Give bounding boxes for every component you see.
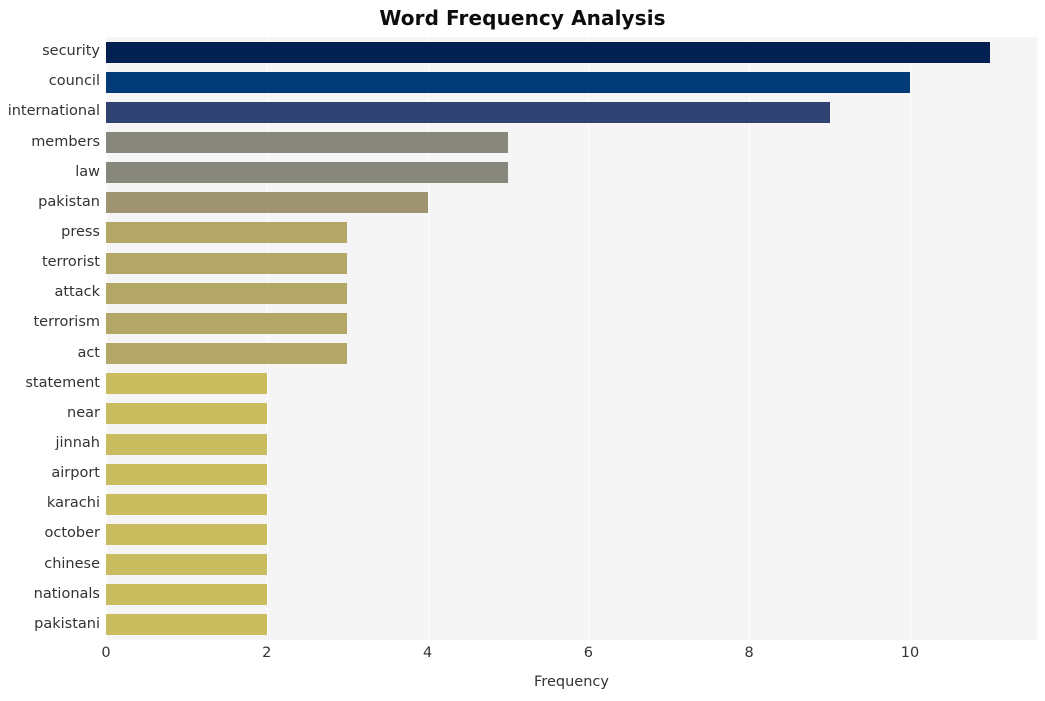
chart-title: Word Frequency Analysis (379, 6, 666, 30)
x-tick-label-0: 0 (101, 645, 111, 661)
y-tick-label-council: council (48, 73, 100, 90)
bar-terrorist[interactable] (106, 252, 348, 274)
y-tick-label-chinese: chinese (44, 555, 100, 572)
y-tick-label-jinnah: jinnah (55, 435, 100, 452)
y-tick-label-terrorist: terrorist (41, 254, 100, 271)
bar-chinese[interactable] (106, 554, 267, 576)
x-tick-label-6: 6 (583, 645, 593, 661)
x-tick-label-4: 4 (422, 645, 433, 661)
bar-security[interactable] (106, 41, 991, 63)
bar-attack[interactable] (106, 282, 348, 304)
y-tick-label-terrorism: terrorism (33, 314, 101, 331)
y-tick-label-act: act (77, 344, 100, 361)
bar-statement[interactable] (106, 373, 267, 395)
chart-figure: Word Frequency Analysis security council i… (0, 0, 1045, 701)
y-tick-label-security: security (42, 43, 100, 60)
y-tick-label-attack: attack (54, 284, 100, 301)
y-tick-label-pakistan: pakistan (38, 193, 100, 210)
bar-international[interactable] (106, 101, 830, 123)
bar-nationals[interactable] (106, 584, 267, 606)
bar-press[interactable] (106, 222, 348, 244)
bar-council[interactable] (106, 71, 910, 93)
x-axis-title: Frequency (534, 674, 609, 690)
y-tick-label-pakistani: pakistani (34, 615, 100, 632)
y-tick-label-law: law (75, 163, 100, 180)
bar-members[interactable] (106, 132, 508, 154)
x-tick-label-2: 2 (262, 645, 272, 661)
bar-act[interactable] (106, 343, 348, 365)
x-tick-label-8: 8 (744, 645, 754, 661)
bar-october[interactable] (106, 523, 267, 545)
y-axis-tick-labels: security council international members law pa… (0, 37, 100, 640)
bar-terrorism[interactable] (106, 312, 348, 334)
x-axis-tick-labels: 0 2 4 6 8 10 (0, 645, 1045, 667)
y-tick-label-press: press (61, 223, 100, 240)
bar-pakistani[interactable] (106, 614, 267, 636)
y-tick-label-october: october (44, 525, 101, 542)
bar-series (106, 37, 1037, 640)
y-tick-label-statement: statement (25, 374, 100, 391)
y-tick-label-near: near (67, 404, 100, 421)
plot-area (106, 37, 1037, 640)
bar-near[interactable] (106, 403, 267, 425)
bar-airport[interactable] (106, 463, 267, 485)
y-tick-label-airport: airport (51, 465, 100, 482)
x-tick-label-10: 10 (900, 645, 920, 661)
bar-jinnah[interactable] (106, 433, 267, 455)
bar-law[interactable] (106, 162, 508, 184)
bar-karachi[interactable] (106, 493, 267, 515)
bar-pakistan[interactable] (106, 192, 428, 214)
y-tick-label-members: members (31, 133, 100, 150)
y-tick-label-nationals: nationals (33, 585, 100, 602)
y-tick-label-karachi: karachi (46, 495, 100, 512)
y-tick-label-international: international (7, 103, 100, 120)
